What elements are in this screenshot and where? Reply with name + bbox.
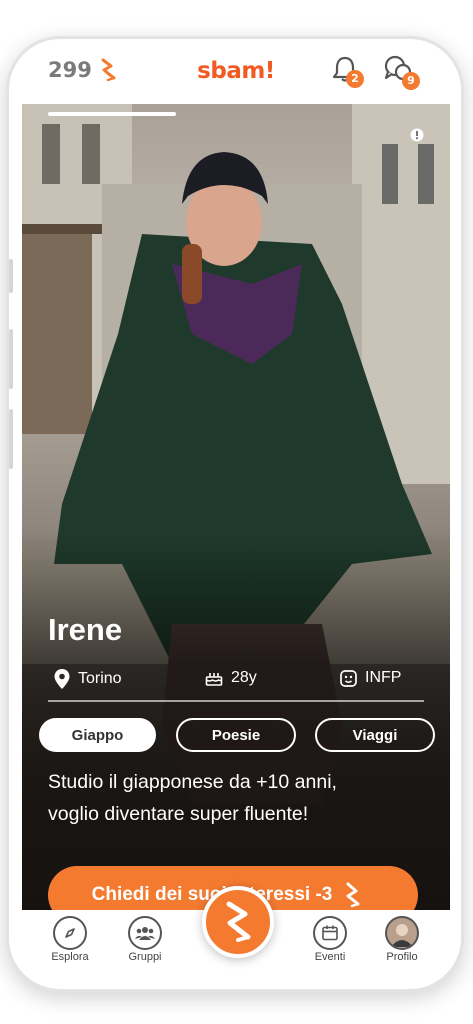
age-label: 28y [231, 669, 257, 686]
nav-explore[interactable]: Esplora [40, 916, 100, 963]
messages-badge: 9 [402, 72, 420, 90]
calendar-icon [313, 916, 347, 950]
profile-bio: Studio il giapponese da +10 anni, voglio… [48, 766, 428, 830]
side-button [9, 329, 13, 389]
profile-age: 28y [205, 669, 257, 687]
notifications-button[interactable]: 2 [330, 54, 364, 88]
personality-icon [340, 669, 357, 687]
photo-progress-bar [48, 112, 176, 116]
info-icon[interactable] [410, 128, 424, 142]
divider [48, 700, 424, 702]
bio-line: Studio il giapponese da +10 anni, [48, 771, 337, 793]
notifications-badge: 2 [346, 70, 364, 88]
nav-groups[interactable]: Gruppi [115, 916, 175, 963]
bio-line: voglio diventare super fluente! [48, 803, 309, 825]
interest-chip-giappo[interactable]: Giappo [39, 718, 156, 752]
profile-city: Torino [54, 669, 122, 689]
nav-profile-label: Profilo [386, 951, 418, 963]
nav-groups-label: Gruppi [128, 951, 162, 963]
cake-icon [205, 673, 223, 686]
sbam-main-button[interactable] [202, 886, 274, 958]
profile-name: Irene [48, 612, 123, 647]
location-pin-icon [54, 669, 70, 689]
app-screen: 299 sbam! 2 9 Irene Torino 28y INFP Giap… [22, 48, 450, 972]
side-button [9, 259, 13, 293]
bolt-icon [226, 901, 251, 942]
city-label: Torino [78, 670, 122, 687]
profile-personality: INFP [340, 669, 401, 687]
compass-icon [53, 916, 87, 950]
bolt-icon [346, 882, 360, 908]
nav-profile[interactable]: Profilo [372, 916, 432, 963]
interest-chip-poesie[interactable]: Poesie [176, 718, 296, 752]
group-icon [128, 916, 162, 950]
nav-events[interactable]: Eventi [300, 916, 360, 963]
interest-chip-viaggi[interactable]: Viaggi [315, 718, 435, 752]
nav-events-label: Eventi [314, 951, 346, 963]
nav-explore-label: Esplora [51, 951, 89, 963]
side-button [9, 409, 13, 469]
avatar-icon [385, 916, 419, 950]
personality-label: INFP [365, 669, 402, 686]
profile-photo[interactable]: Irene Torino 28y INFP Giappo Poesie Viag… [22, 104, 450, 910]
messages-button[interactable]: 9 [382, 54, 420, 90]
top-header: 299 sbam! 2 9 [22, 48, 450, 104]
